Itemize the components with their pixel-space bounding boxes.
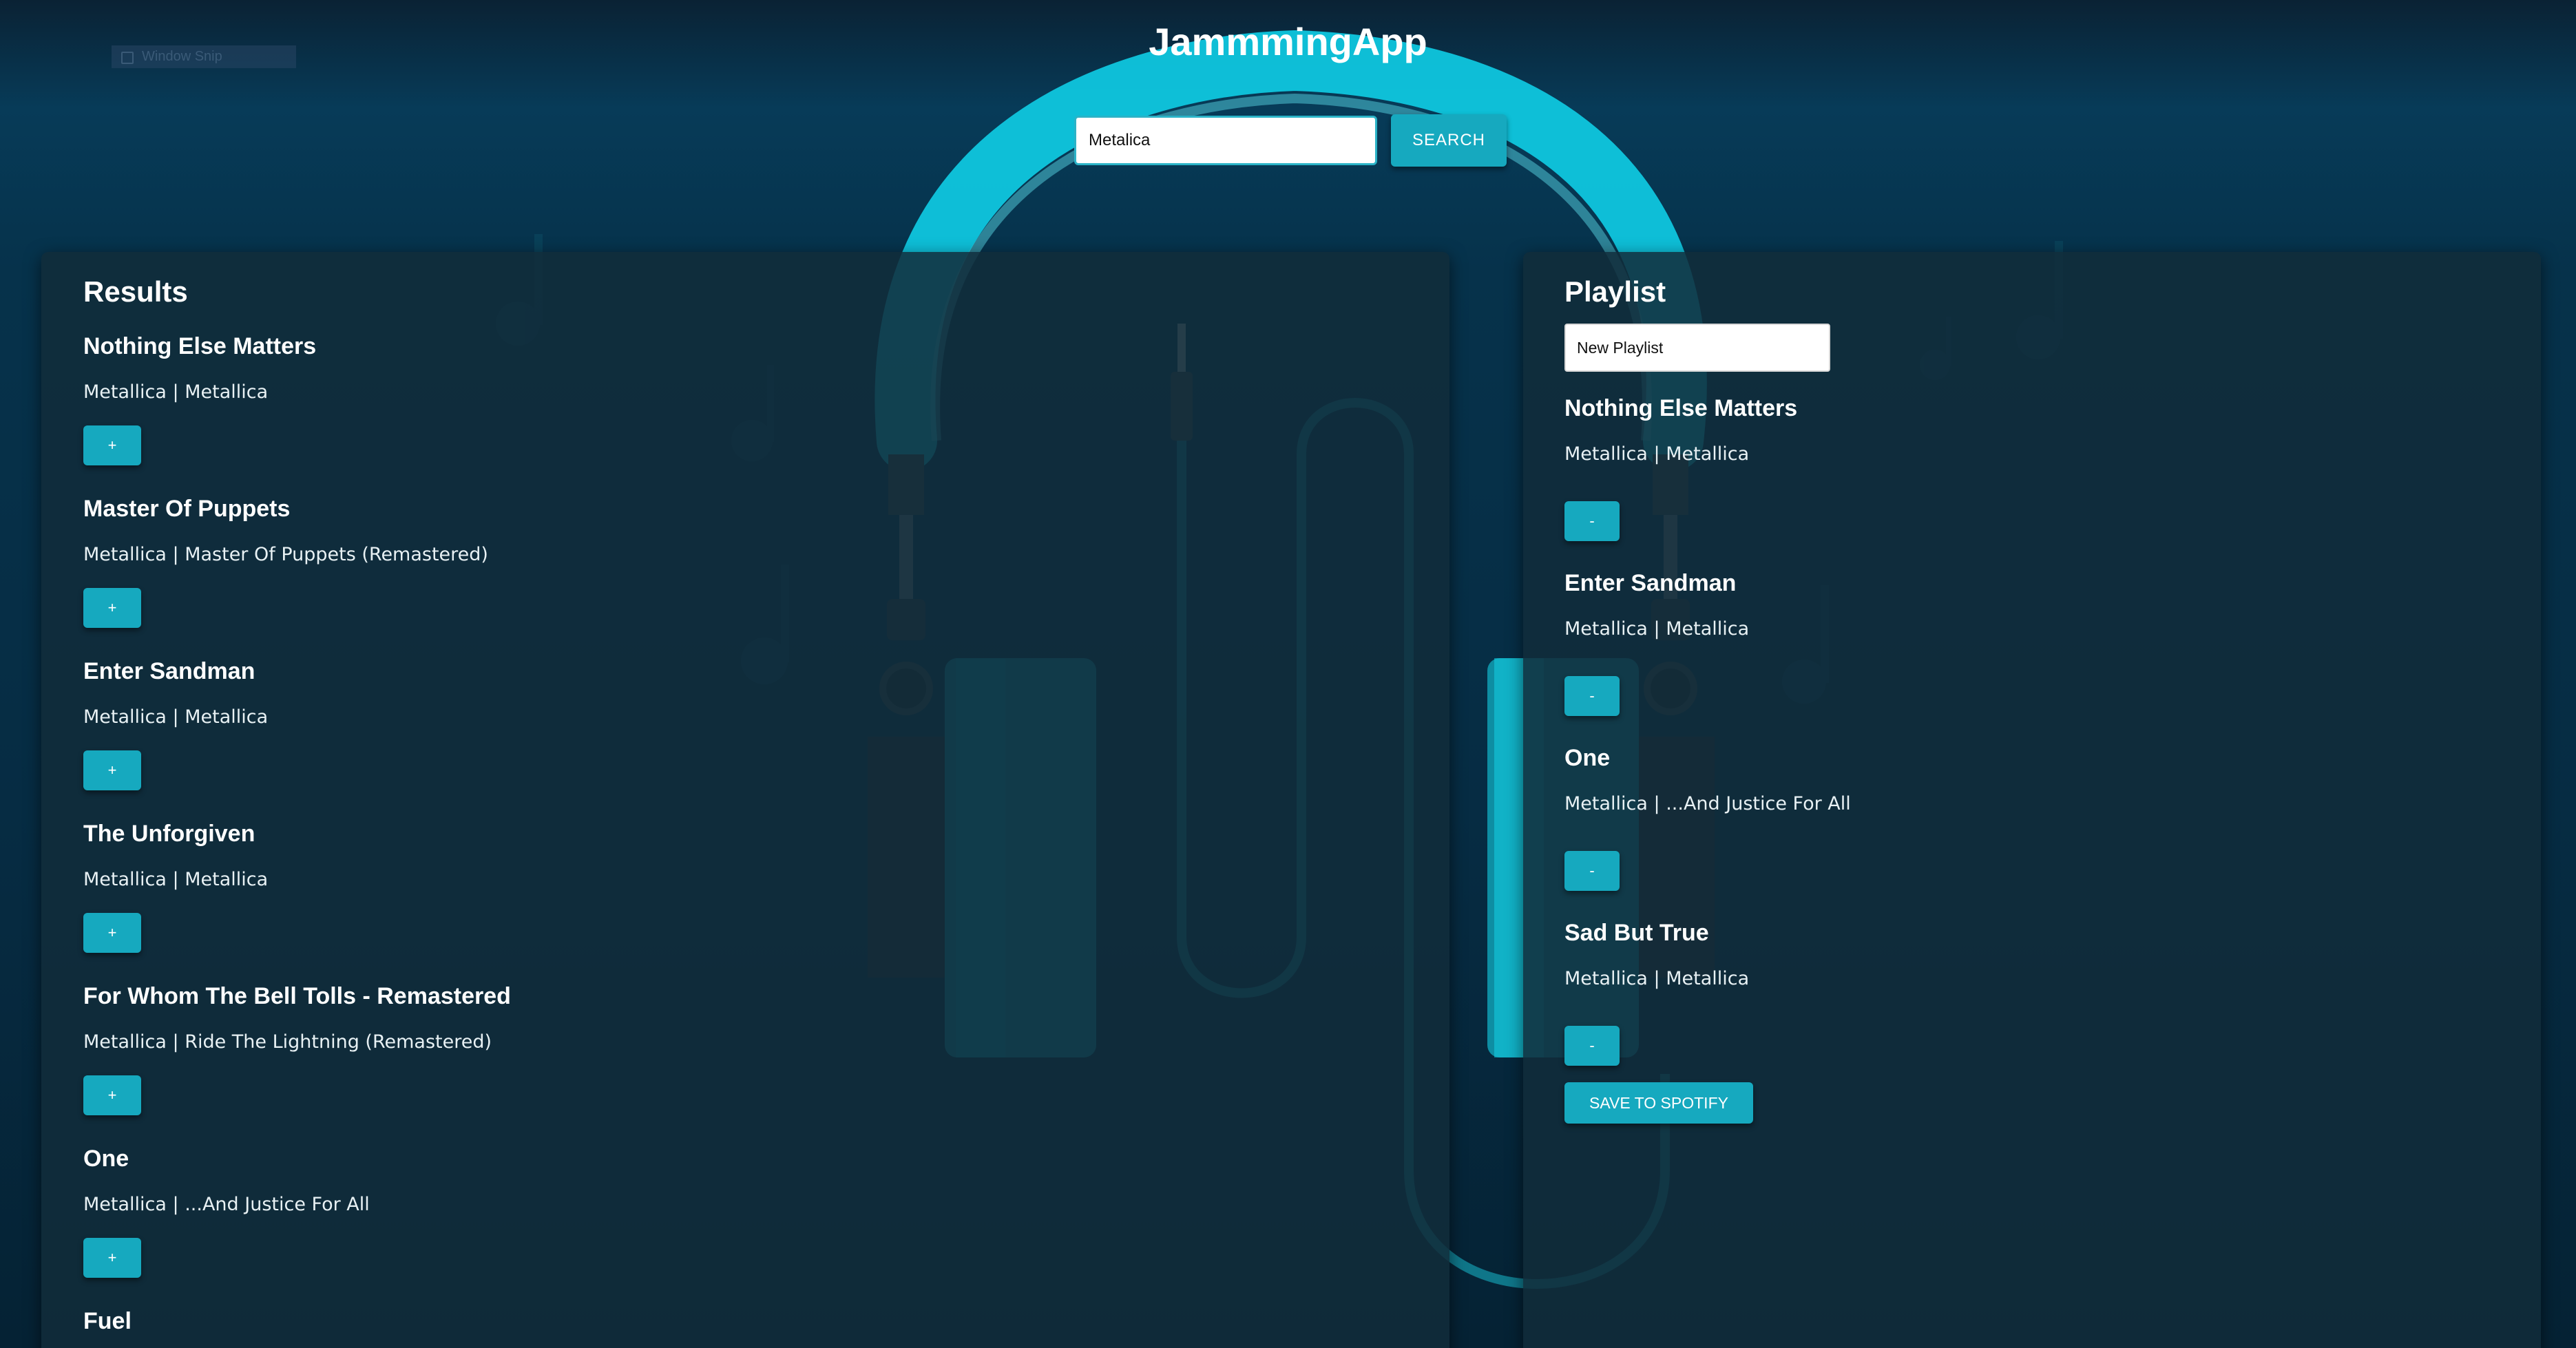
- app-title: JammmingApp: [1149, 20, 1427, 63]
- add-track-button[interactable]: +: [83, 750, 141, 790]
- track-info: Metallica | Metallica: [1564, 618, 1750, 640]
- track-info: Metallica | ...And Justice For All: [83, 1194, 370, 1215]
- track-info: Metallica | Master Of Puppets (Remastere…: [83, 544, 488, 565]
- track-info: Metallica | Metallica: [1564, 443, 1750, 465]
- track-name: One: [1564, 745, 1611, 771]
- track-info: Metallica | Metallica: [83, 706, 269, 728]
- track-info: Metallica | Metallica: [83, 381, 269, 403]
- track-name: For Whom The Bell Tolls - Remastered: [83, 983, 511, 1009]
- track-name: One: [83, 1146, 129, 1172]
- results-heading: Results: [83, 275, 188, 308]
- add-track-button[interactable]: +: [83, 1238, 141, 1278]
- app-page: Window Snip JammmingApp SEARCH Results N…: [0, 0, 2576, 1348]
- remove-track-button[interactable]: -: [1564, 676, 1620, 716]
- playlist-panel: Playlist Nothing Else Matters Metallica …: [1523, 252, 2541, 1348]
- track-info: Metallica | Metallica: [83, 869, 269, 890]
- track-name: Enter Sandman: [83, 658, 255, 684]
- add-track-button[interactable]: +: [83, 913, 141, 953]
- add-track-button[interactable]: +: [83, 1075, 141, 1115]
- track-name: The Unforgiven: [83, 821, 255, 847]
- results-panel: Results Nothing Else Matters Metallica |…: [41, 252, 1449, 1348]
- remove-track-button[interactable]: -: [1564, 1026, 1620, 1066]
- add-track-button[interactable]: +: [83, 425, 141, 465]
- save-to-spotify-button[interactable]: SAVE TO SPOTIFY: [1564, 1082, 1753, 1124]
- search-button[interactable]: SEARCH: [1391, 114, 1507, 167]
- playlist-name-input[interactable]: [1564, 324, 1830, 372]
- remove-track-button[interactable]: -: [1564, 501, 1620, 541]
- track-info: Metallica | Ride The Lightning (Remaster…: [83, 1031, 492, 1053]
- track-name: Fuel: [83, 1308, 132, 1334]
- add-track-button[interactable]: +: [83, 588, 141, 628]
- remove-track-button[interactable]: -: [1564, 851, 1620, 891]
- track-name: Sad But True: [1564, 920, 1709, 946]
- playlist-heading: Playlist: [1564, 275, 1666, 308]
- track-name: Nothing Else Matters: [1564, 395, 1798, 421]
- track-name: Master Of Puppets: [83, 496, 291, 522]
- track-info: Metallica | Metallica: [1564, 968, 1750, 989]
- track-name: Nothing Else Matters: [83, 333, 317, 359]
- search-input[interactable]: [1074, 116, 1377, 165]
- track-info: Metallica | ...And Justice For All: [1564, 793, 1851, 814]
- track-name: Enter Sandman: [1564, 570, 1737, 596]
